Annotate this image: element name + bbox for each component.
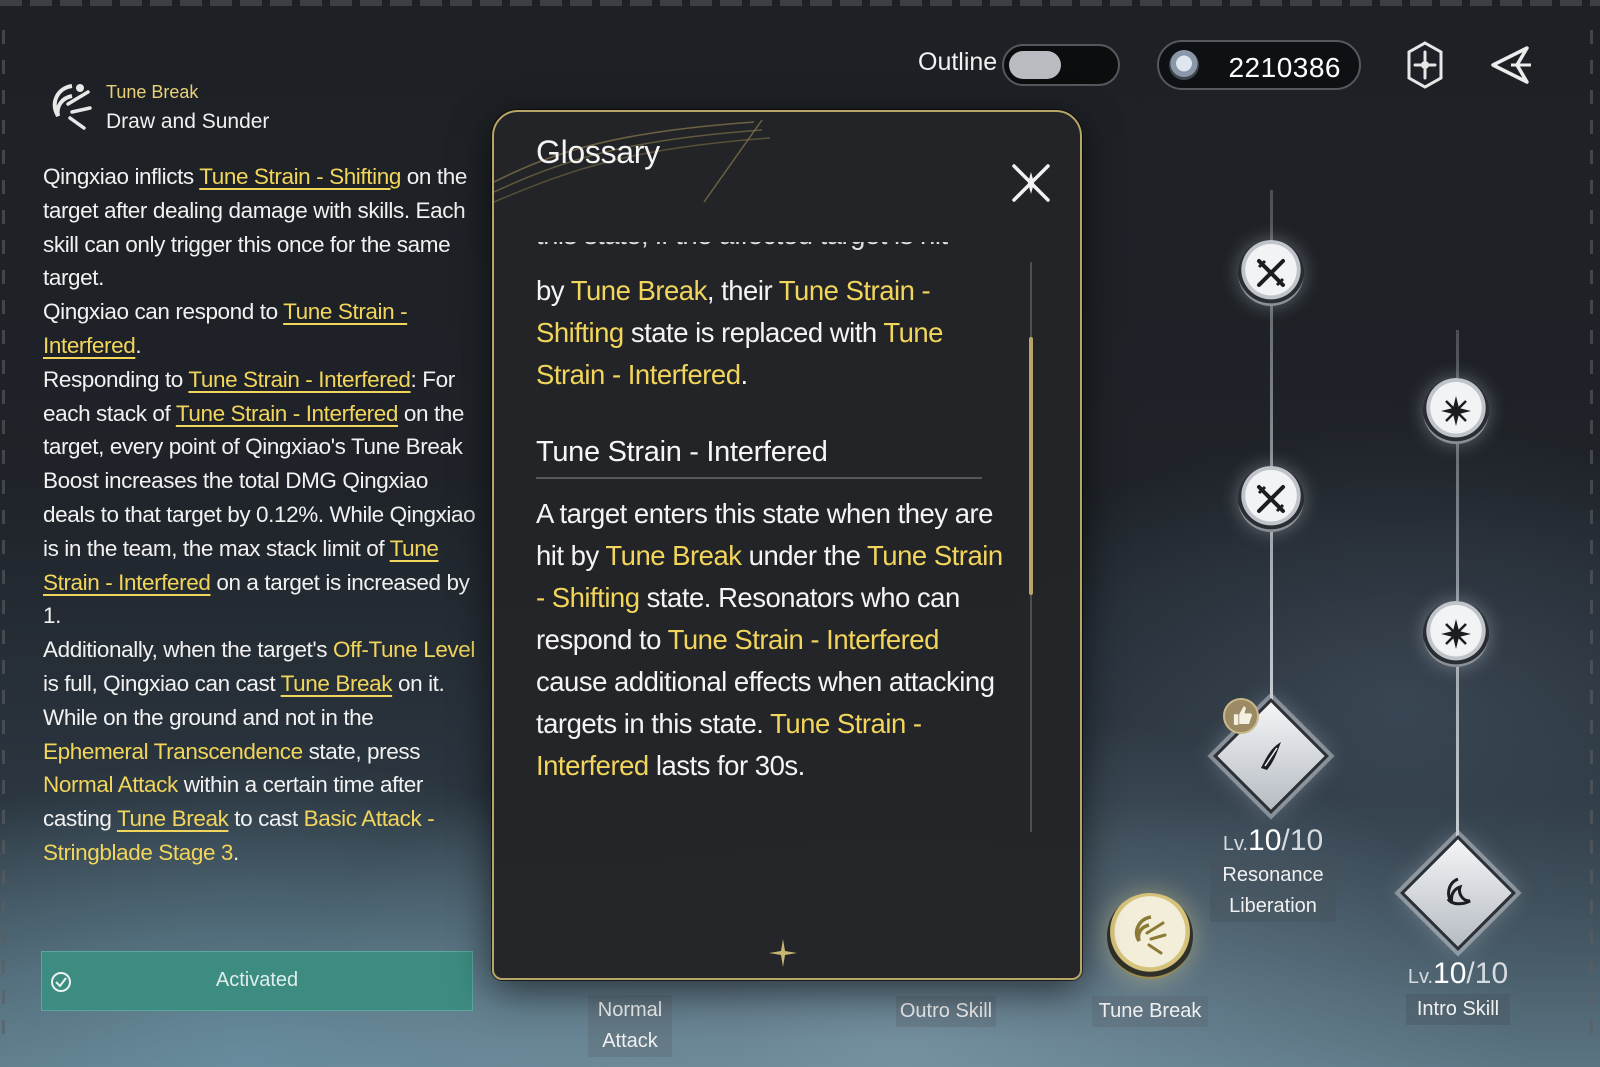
glossary-link[interactable]: Tune Strain - Interfered [188, 367, 411, 392]
text-run: . [740, 359, 748, 390]
text-run: , their [706, 275, 779, 306]
skill-name: Draw and Sunder [106, 110, 270, 133]
description-paragraph: Qingxiao inflicts Tune Strain - Shifting… [43, 160, 483, 295]
sparkle-icon [769, 939, 797, 967]
keyword-text: Normal Attack [43, 772, 178, 798]
text-run: state, press [302, 738, 421, 764]
text-run: Additionally, when the target's [43, 637, 334, 663]
recommended-thumb-icon [1223, 698, 1259, 734]
glossary-entry-heading[interactable]: Tune Strain - Interfered [536, 436, 982, 479]
text-run: is full, Qingxiao can cast [43, 670, 281, 696]
skill-header: Tune Break Draw and Sunder [46, 78, 476, 138]
crossed-blades-icon [1257, 259, 1285, 287]
currency-display: 2210386 [1157, 40, 1361, 90]
description-paragraph: Responding to Tune Strain - Interfered: … [43, 363, 483, 633]
description-paragraph: Qingxiao can respond to Tune Strain - In… [43, 295, 483, 363]
intro-skill-icon [1446, 877, 1471, 906]
star-burst-icon [1441, 396, 1471, 426]
currency-value: 2210386 [1228, 52, 1341, 83]
description-paragraph: While on the ground and not in the Ephem… [43, 701, 483, 870]
tune-break-label[interactable]: Tune Break [1092, 996, 1208, 1027]
keyword-text: Tune Break [605, 540, 742, 571]
keyword-text: Ephemeral Transcendence [43, 738, 303, 764]
liberation-icon [1261, 742, 1281, 770]
toggle-knob [1009, 51, 1061, 79]
outline-toggle[interactable] [1002, 44, 1120, 86]
tune-break-icon [52, 84, 92, 130]
text-run: cause additional effects when attacking … [536, 666, 995, 739]
tune-break-node[interactable] [1107, 893, 1193, 979]
glossary-entry-1-tail: by Tune Break, their Tune Strain - Shift… [536, 270, 1006, 396]
text-run: to cast [228, 806, 304, 832]
text-run: state is replaced with [623, 317, 884, 348]
glossary-link[interactable]: Tune Strain - Interfered [176, 401, 399, 426]
outline-label: Outline [918, 48, 998, 76]
inherent-node-1[interactable] [1238, 240, 1304, 306]
glossary-body: this state, if the affected target is hi… [536, 242, 1006, 932]
keyword-text: Tune Break [570, 275, 708, 306]
intro-skill-node[interactable] [1400, 835, 1516, 951]
text-run: . [135, 332, 142, 358]
description-paragraph: Additionally, when the target's Off-Tune… [43, 633, 483, 701]
glossary-link[interactable]: Tune Break [117, 806, 229, 831]
outro-skill-label[interactable]: Outro Skill [896, 996, 996, 1027]
crossed-blades-icon [1257, 485, 1285, 513]
glossary-cut-line: this state, if the affected target is hi… [536, 242, 1006, 270]
text-run: Qingxiao inflicts [43, 164, 200, 189]
glossary-link[interactable]: Tune Break [281, 671, 393, 696]
text-run: on it. [392, 670, 445, 696]
glossary-modal: Glossary this state, if the affected tar… [492, 110, 1082, 980]
intro-skill-level: Lv.10/10 [1407, 957, 1509, 990]
left-decorative-border [2, 30, 5, 1040]
glossary-entry-body: A target enters this state when they are… [536, 493, 1006, 787]
text-run: lasts for 30s. [648, 750, 805, 781]
back-icon[interactable] [1487, 44, 1533, 86]
text-run: While on the ground and not in the [43, 704, 374, 730]
text-run: Qingxiao can respond to [43, 299, 284, 325]
text-run: Responding to [43, 366, 189, 392]
tune-break-icon [1134, 915, 1167, 955]
activated-label: Activated [215, 969, 299, 991]
activated-status-bar: Activated [41, 951, 473, 1011]
text-run: under the [741, 540, 868, 571]
inherent-node-3[interactable] [1423, 378, 1489, 444]
glossary-entry-title: Tune Strain - Interfered [536, 436, 828, 468]
settings-icon[interactable] [1403, 40, 1447, 90]
resonance-liberation-label: Resonance Liberation [1210, 860, 1336, 922]
keyword-text: Tune Strain - Interfered [667, 624, 940, 655]
keyword-text: Off-Tune Level [333, 637, 475, 663]
glossary-link[interactable]: Tune Strain - Shifting [199, 164, 401, 189]
star-burst-icon [1441, 619, 1471, 649]
glossary-title: Glossary [536, 134, 660, 170]
right-decorative-border [1590, 30, 1593, 1040]
skill-type: Tune Break [106, 82, 199, 102]
intro-skill-label: Intro Skill [1406, 994, 1510, 1025]
glossary-scroll-thumb[interactable] [1029, 337, 1033, 595]
inherent-node-2[interactable] [1238, 466, 1304, 532]
skill-description: Qingxiao inflicts Tune Strain - Shifting… [43, 160, 483, 870]
inherent-node-4[interactable] [1423, 601, 1489, 667]
resonance-liberation-level: Lv.10/10 [1222, 824, 1324, 857]
text-run: by [536, 275, 571, 306]
normal-attack-label[interactable]: Normal Attack [588, 995, 672, 1057]
close-icon[interactable] [1006, 158, 1056, 208]
text-run: . [233, 839, 239, 865]
